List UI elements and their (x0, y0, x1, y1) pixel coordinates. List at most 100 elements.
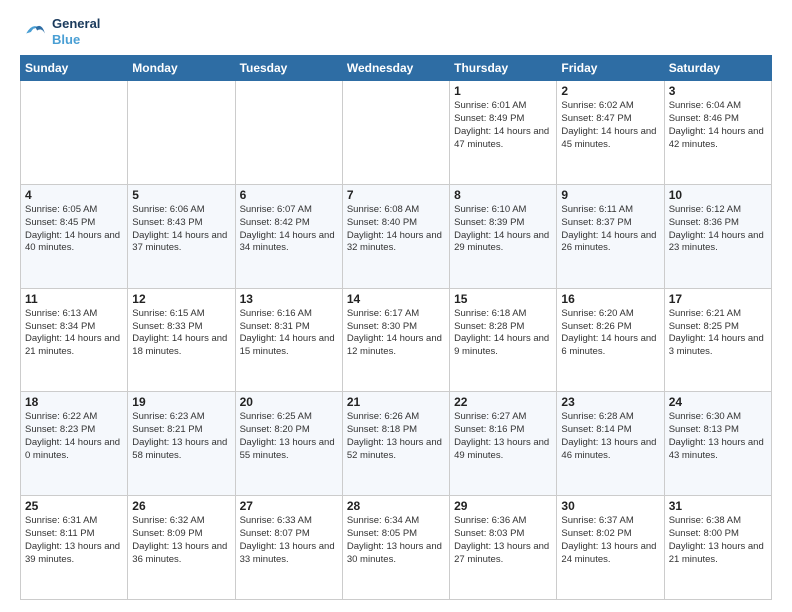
day-number: 27 (240, 499, 338, 513)
calendar-cell: 29 Sunrise: 6:36 AM Sunset: 8:03 PM Dayli… (450, 496, 557, 600)
logo-text: General Blue (52, 16, 100, 47)
day-number: 13 (240, 292, 338, 306)
calendar-cell: 20 Sunrise: 6:25 AM Sunset: 8:20 PM Dayli… (235, 392, 342, 496)
day-info: Sunrise: 6:36 AM Sunset: 8:03 PM Dayligh… (454, 515, 552, 566)
day-number: 19 (132, 395, 230, 409)
calendar-week-1: 1Sunrise: 6:01 AM Sunset: 8:49 PM Daylig… (21, 81, 772, 185)
calendar-week-5: 25 Sunrise: 6:31 AM Sunset: 8:11 PM Dayli… (21, 496, 772, 600)
calendar-cell: 7 Sunrise: 6:08 AM Sunset: 8:40 PM Daylig… (342, 184, 449, 288)
calendar-cell: 30Sunrise: 6:37 AM Sunset: 8:02 PM Dayli… (557, 496, 664, 600)
calendar-cell: 27 Sunrise: 6:33 AM Sunset: 8:07 PM Dayli… (235, 496, 342, 600)
calendar-cell: 24 Sunrise: 6:30 AM Sunset: 8:13 PM Dayli… (664, 392, 771, 496)
day-info: Sunrise: 6:30 AM Sunset: 8:13 PM Dayligh… (669, 411, 767, 462)
weekday-header-thursday: Thursday (450, 56, 557, 81)
calendar-cell: 14 Sunrise: 6:17 AM Sunset: 8:30 PM Dayli… (342, 288, 449, 392)
day-info: Sunrise: 6:31 AM Sunset: 8:11 PM Dayligh… (25, 515, 123, 566)
day-number: 4 (25, 188, 123, 202)
calendar-table: SundayMondayTuesdayWednesdayThursdayFrid… (20, 55, 772, 600)
calendar-cell: 22Sunrise: 6:27 AM Sunset: 8:16 PM Dayli… (450, 392, 557, 496)
day-info: Sunrise: 6:06 AM Sunset: 8:43 PM Dayligh… (132, 204, 230, 255)
day-info: Sunrise: 6:13 AM Sunset: 8:34 PM Dayligh… (25, 308, 123, 359)
day-info: Sunrise: 6:22 AM Sunset: 8:23 PM Dayligh… (25, 411, 123, 462)
weekday-header-sunday: Sunday (21, 56, 128, 81)
weekday-header-saturday: Saturday (664, 56, 771, 81)
day-info: Sunrise: 6:27 AM Sunset: 8:16 PM Dayligh… (454, 411, 552, 462)
calendar-cell (342, 81, 449, 185)
day-number: 21 (347, 395, 445, 409)
day-number: 29 (454, 499, 552, 513)
day-info: Sunrise: 6:21 AM Sunset: 8:25 PM Dayligh… (669, 308, 767, 359)
day-info: Sunrise: 6:18 AM Sunset: 8:28 PM Dayligh… (454, 308, 552, 359)
calendar-cell: 13 Sunrise: 6:16 AM Sunset: 8:31 PM Dayli… (235, 288, 342, 392)
calendar-week-4: 18 Sunrise: 6:22 AM Sunset: 8:23 PM Dayli… (21, 392, 772, 496)
day-number: 3 (669, 84, 767, 98)
day-info: Sunrise: 6:34 AM Sunset: 8:05 PM Dayligh… (347, 515, 445, 566)
day-number: 28 (347, 499, 445, 513)
day-number: 31 (669, 499, 767, 513)
calendar-cell: 2 Sunrise: 6:02 AM Sunset: 8:47 PM Daylig… (557, 81, 664, 185)
day-number: 15 (454, 292, 552, 306)
logo-icon (20, 18, 48, 46)
calendar-cell: 6 Sunrise: 6:07 AM Sunset: 8:42 PM Daylig… (235, 184, 342, 288)
day-number: 10 (669, 188, 767, 202)
day-number: 8 (454, 188, 552, 202)
day-number: 14 (347, 292, 445, 306)
calendar-cell: 10Sunrise: 6:12 AM Sunset: 8:36 PM Dayli… (664, 184, 771, 288)
calendar: SundayMondayTuesdayWednesdayThursdayFrid… (20, 55, 772, 600)
day-number: 18 (25, 395, 123, 409)
day-info: Sunrise: 6:05 AM Sunset: 8:45 PM Dayligh… (25, 204, 123, 255)
day-info: Sunrise: 6:08 AM Sunset: 8:40 PM Dayligh… (347, 204, 445, 255)
calendar-cell: 5 Sunrise: 6:06 AM Sunset: 8:43 PM Daylig… (128, 184, 235, 288)
day-number: 24 (669, 395, 767, 409)
day-number: 7 (347, 188, 445, 202)
day-number: 5 (132, 188, 230, 202)
day-info: Sunrise: 6:20 AM Sunset: 8:26 PM Dayligh… (561, 308, 659, 359)
day-number: 30 (561, 499, 659, 513)
weekday-header-monday: Monday (128, 56, 235, 81)
calendar-cell: 19 Sunrise: 6:23 AM Sunset: 8:21 PM Dayli… (128, 392, 235, 496)
header: General Blue (20, 16, 772, 47)
day-info: Sunrise: 6:26 AM Sunset: 8:18 PM Dayligh… (347, 411, 445, 462)
day-number: 20 (240, 395, 338, 409)
day-info: Sunrise: 6:28 AM Sunset: 8:14 PM Dayligh… (561, 411, 659, 462)
day-info: Sunrise: 6:15 AM Sunset: 8:33 PM Dayligh… (132, 308, 230, 359)
day-info: Sunrise: 6:16 AM Sunset: 8:31 PM Dayligh… (240, 308, 338, 359)
calendar-header-row: SundayMondayTuesdayWednesdayThursdayFrid… (21, 56, 772, 81)
day-number: 11 (25, 292, 123, 306)
day-number: 1 (454, 84, 552, 98)
day-info: Sunrise: 6:32 AM Sunset: 8:09 PM Dayligh… (132, 515, 230, 566)
calendar-cell: 25 Sunrise: 6:31 AM Sunset: 8:11 PM Dayli… (21, 496, 128, 600)
calendar-cell: 17 Sunrise: 6:21 AM Sunset: 8:25 PM Dayli… (664, 288, 771, 392)
day-number: 16 (561, 292, 659, 306)
day-info: Sunrise: 6:23 AM Sunset: 8:21 PM Dayligh… (132, 411, 230, 462)
day-number: 6 (240, 188, 338, 202)
calendar-cell (128, 81, 235, 185)
calendar-cell: 15 Sunrise: 6:18 AM Sunset: 8:28 PM Dayli… (450, 288, 557, 392)
calendar-week-2: 4 Sunrise: 6:05 AM Sunset: 8:45 PM Daylig… (21, 184, 772, 288)
calendar-cell: 18 Sunrise: 6:22 AM Sunset: 8:23 PM Dayli… (21, 392, 128, 496)
logo: General Blue (20, 16, 100, 47)
day-info: Sunrise: 6:38 AM Sunset: 8:00 PM Dayligh… (669, 515, 767, 566)
day-info: Sunrise: 6:02 AM Sunset: 8:47 PM Dayligh… (561, 100, 659, 151)
calendar-cell: 3Sunrise: 6:04 AM Sunset: 8:46 PM Daylig… (664, 81, 771, 185)
calendar-cell: 28 Sunrise: 6:34 AM Sunset: 8:05 PM Dayli… (342, 496, 449, 600)
calendar-cell: 9 Sunrise: 6:11 AM Sunset: 8:37 PM Daylig… (557, 184, 664, 288)
day-number: 17 (669, 292, 767, 306)
day-info: Sunrise: 6:07 AM Sunset: 8:42 PM Dayligh… (240, 204, 338, 255)
day-number: 9 (561, 188, 659, 202)
day-number: 2 (561, 84, 659, 98)
weekday-header-tuesday: Tuesday (235, 56, 342, 81)
calendar-cell: 8Sunrise: 6:10 AM Sunset: 8:39 PM Daylig… (450, 184, 557, 288)
day-info: Sunrise: 6:25 AM Sunset: 8:20 PM Dayligh… (240, 411, 338, 462)
day-number: 23 (561, 395, 659, 409)
weekday-header-friday: Friday (557, 56, 664, 81)
calendar-cell: 21 Sunrise: 6:26 AM Sunset: 8:18 PM Dayli… (342, 392, 449, 496)
page: General Blue SundayMondayTuesdayWednesda… (0, 0, 792, 612)
calendar-cell: 4 Sunrise: 6:05 AM Sunset: 8:45 PM Daylig… (21, 184, 128, 288)
day-info: Sunrise: 6:11 AM Sunset: 8:37 PM Dayligh… (561, 204, 659, 255)
day-info: Sunrise: 6:17 AM Sunset: 8:30 PM Dayligh… (347, 308, 445, 359)
day-number: 25 (25, 499, 123, 513)
calendar-cell: 26Sunrise: 6:32 AM Sunset: 8:09 PM Dayli… (128, 496, 235, 600)
calendar-cell: 11 Sunrise: 6:13 AM Sunset: 8:34 PM Dayli… (21, 288, 128, 392)
day-info: Sunrise: 6:33 AM Sunset: 8:07 PM Dayligh… (240, 515, 338, 566)
